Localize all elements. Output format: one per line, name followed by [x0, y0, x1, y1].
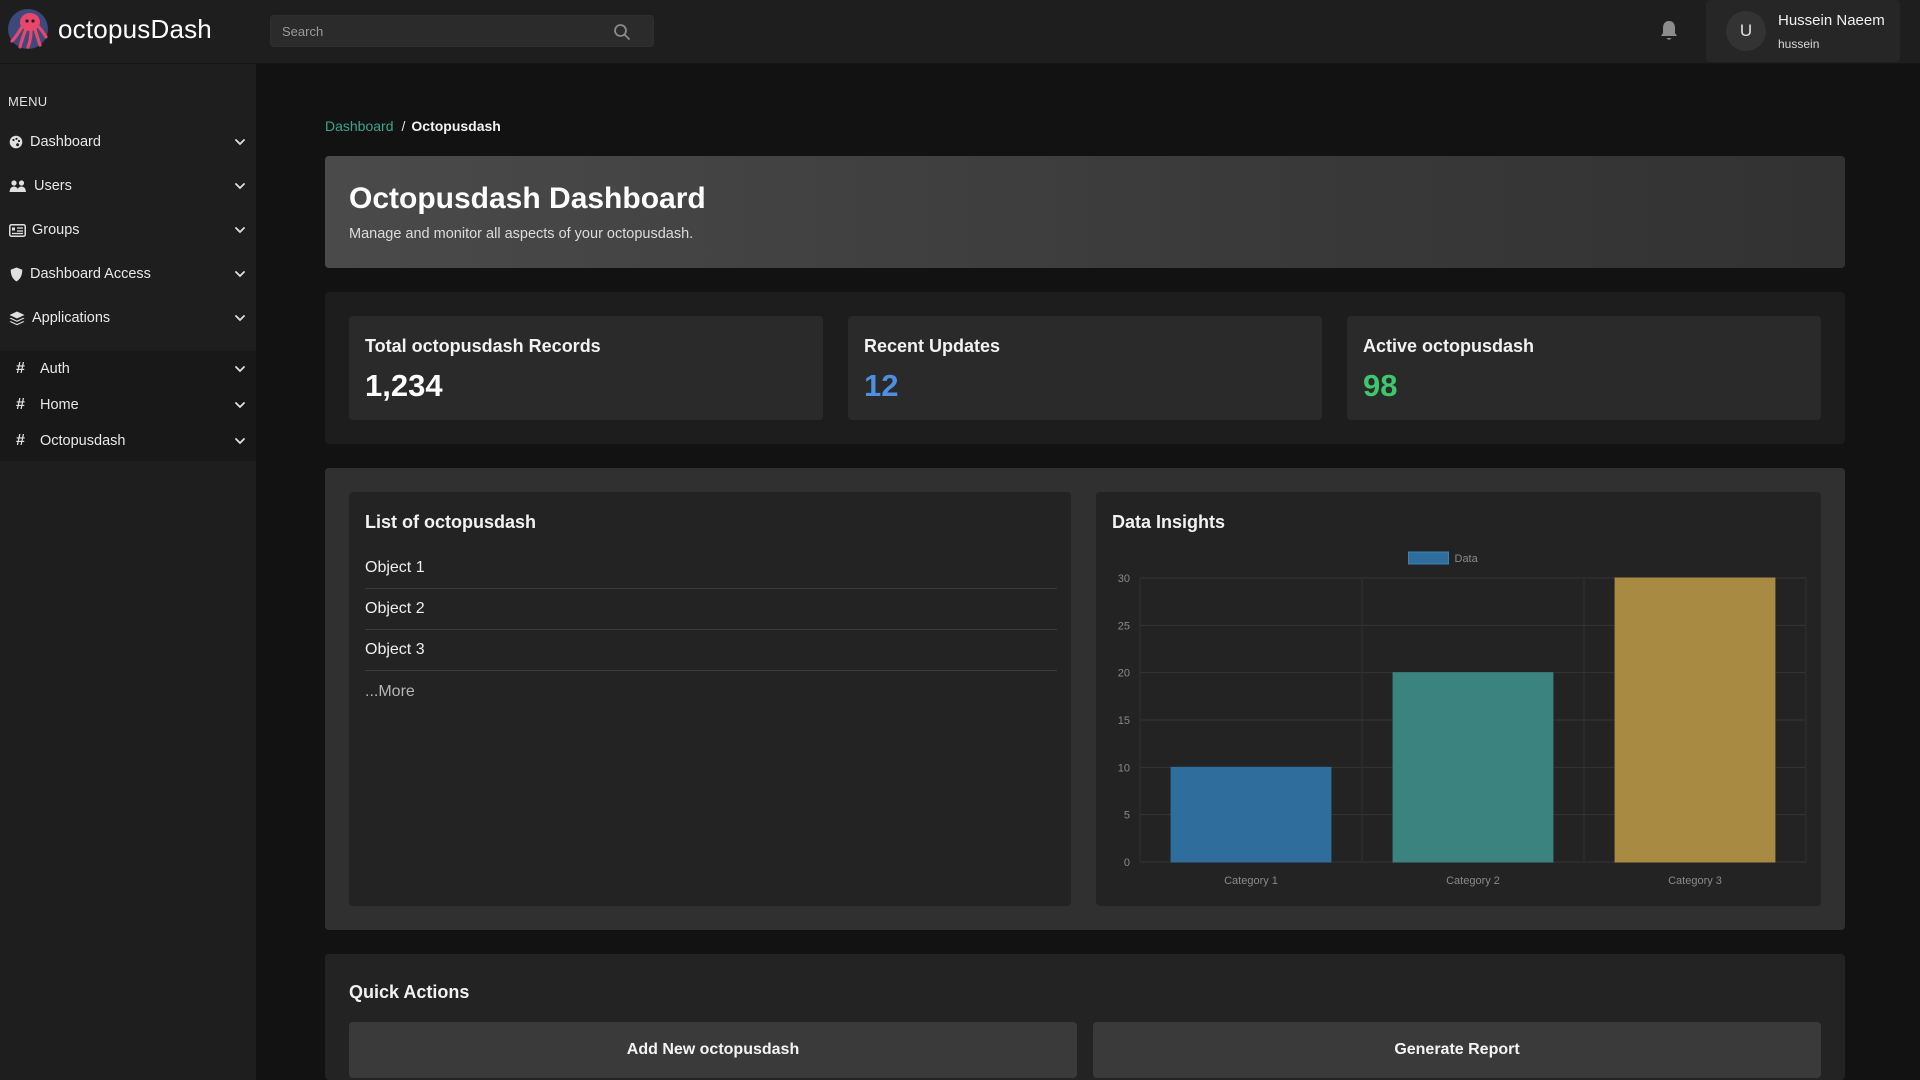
hash-icon: #: [16, 396, 25, 413]
shield-icon: [8, 266, 24, 282]
y-tick-label: 30: [1118, 573, 1130, 585]
bar-chart: 0 5 10 15 20 25 30 Category 1 Category 2 Category…: [1118, 551, 1807, 887]
sidebar-item-label: Dashboard: [30, 134, 101, 150]
legend-swatch: [1408, 551, 1449, 565]
chevron-down-icon: [235, 315, 245, 322]
chevron-down-icon: [235, 402, 245, 409]
chart-card: Data Insights 0 5 10 15 20 25 30 Category 1 Cate…: [1096, 492, 1821, 906]
stats-panel: Total octopusdash Records 1,234 Recent U…: [325, 292, 1845, 444]
quick-actions-panel: Quick Actions Add New octopusdash Genera…: [325, 954, 1845, 1080]
quick-actions-title: Quick Actions: [349, 982, 470, 1002]
y-tick-label: 25: [1118, 620, 1130, 632]
search-icon[interactable]: [613, 23, 631, 41]
y-tick-label: 15: [1118, 715, 1130, 727]
y-tick-label: 20: [1118, 668, 1130, 680]
chevron-down-icon: [235, 227, 245, 234]
breadcrumb-separator: /: [401, 118, 406, 134]
sidebar-app-auth[interactable]: # Auth: [0, 351, 256, 387]
app-name: octopusDash: [58, 13, 212, 44]
content-panel: List of octopusdash Object 1 Object 2 Ob…: [325, 468, 1845, 930]
hash-icon: #: [16, 432, 25, 449]
user-menu[interactable]: U Hussein Naeem hussein: [1706, 0, 1900, 62]
chevron-down-icon: [235, 438, 245, 445]
add-new-button[interactable]: Add New octopusdash: [349, 1022, 1077, 1078]
list-card: List of octopusdash Object 1 Object 2 Ob…: [349, 492, 1071, 906]
x-tick-label: Category 1: [1224, 875, 1278, 887]
page-subtitle: Manage and monitor all aspects of your o…: [349, 226, 694, 242]
bar: [1170, 766, 1332, 863]
stat-value: 1,234: [365, 368, 443, 403]
octopus-logo-icon: [8, 9, 48, 49]
list-item[interactable]: Object 2: [365, 589, 1057, 630]
user-name: Hussein Naeem: [1778, 12, 1885, 29]
sidebar-app-label: Auth: [40, 361, 70, 377]
chevron-down-icon: [235, 366, 245, 373]
layers-icon: [8, 310, 26, 326]
search-box: [270, 15, 654, 47]
menu-title: MENU: [8, 94, 48, 109]
stat-card-active: Active octopusdash 98: [1347, 316, 1821, 420]
y-tick-label: 10: [1118, 762, 1130, 774]
sidebar: MENU Dashboard Users Groups Dashboard Ac…: [0, 64, 256, 1080]
chevron-down-icon: [235, 271, 245, 278]
sidebar-app-label: Octopusdash: [40, 433, 126, 449]
sidebar-item-label: Applications: [32, 310, 111, 326]
sidebar-item-label: Users: [34, 178, 72, 194]
search-input[interactable]: [271, 16, 611, 46]
chevron-down-icon: [235, 183, 245, 190]
avatar[interactable]: U: [1726, 11, 1766, 51]
id-card-icon: [8, 222, 26, 238]
bar: [1614, 577, 1776, 863]
top-bar: octopusDash U Hussein Naeem hussein: [0, 0, 1920, 64]
list-item[interactable]: Object 1: [365, 548, 1057, 589]
page-title: Octopusdash Dashboard: [349, 182, 706, 215]
stat-card-total-records: Total octopusdash Records 1,234: [349, 316, 823, 420]
y-tick-label: 0: [1124, 857, 1130, 869]
stat-label: Active octopusdash: [1363, 336, 1535, 356]
x-tick-label: Category 2: [1446, 875, 1500, 887]
sidebar-item-users[interactable]: Users: [0, 164, 256, 208]
chevron-down-icon: [235, 139, 245, 146]
x-tick-label: Category 3: [1668, 875, 1722, 887]
stat-value: 98: [1363, 368, 1398, 403]
sidebar-app-home[interactable]: # Home: [0, 387, 256, 423]
hash-icon: #: [16, 360, 25, 377]
sidebar-app-octopusdash[interactable]: # Octopusdash: [0, 423, 256, 459]
breadcrumb-link-dashboard[interactable]: Dashboard: [325, 118, 394, 134]
stat-value: 12: [864, 368, 899, 403]
stat-label: Total octopusdash Records: [365, 336, 601, 356]
bar: [1392, 672, 1554, 863]
more-link[interactable]: ...More: [365, 671, 1057, 712]
object-list: Object 1 Object 2 Object 3 ...More: [365, 548, 1057, 712]
list-item[interactable]: Object 3: [365, 630, 1057, 671]
sidebar-item-dashboard[interactable]: Dashboard: [0, 120, 256, 164]
breadcrumb-current: Octopusdash: [411, 118, 501, 134]
y-tick-label: 5: [1124, 810, 1130, 822]
users-icon: [8, 178, 28, 194]
sidebar-item-applications[interactable]: Applications: [0, 296, 256, 340]
palette-icon: [8, 134, 24, 150]
breadcrumb: Dashboard / Octopusdash: [325, 118, 501, 134]
sidebar-item-groups[interactable]: Groups: [0, 208, 256, 252]
legend-label: Data: [1455, 553, 1479, 565]
user-handle: hussein: [1778, 37, 1820, 51]
sidebar-item-label: Groups: [32, 222, 80, 238]
stat-label: Recent Updates: [864, 336, 1001, 356]
stat-card-recent-updates: Recent Updates 12: [848, 316, 1322, 420]
apps-group: # Auth # Home # Octopusdash: [0, 351, 256, 461]
sidebar-item-dashboard-access[interactable]: Dashboard Access: [0, 252, 256, 296]
list-card-title: List of octopusdash: [365, 512, 536, 532]
bell-icon[interactable]: [1658, 19, 1680, 43]
page-header: Octopusdash Dashboard Manage and monitor…: [325, 156, 1845, 268]
generate-report-button[interactable]: Generate Report: [1093, 1022, 1821, 1078]
sidebar-item-label: Dashboard Access: [30, 266, 151, 282]
brand[interactable]: octopusDash: [6, 6, 212, 52]
sidebar-app-label: Home: [40, 397, 79, 413]
